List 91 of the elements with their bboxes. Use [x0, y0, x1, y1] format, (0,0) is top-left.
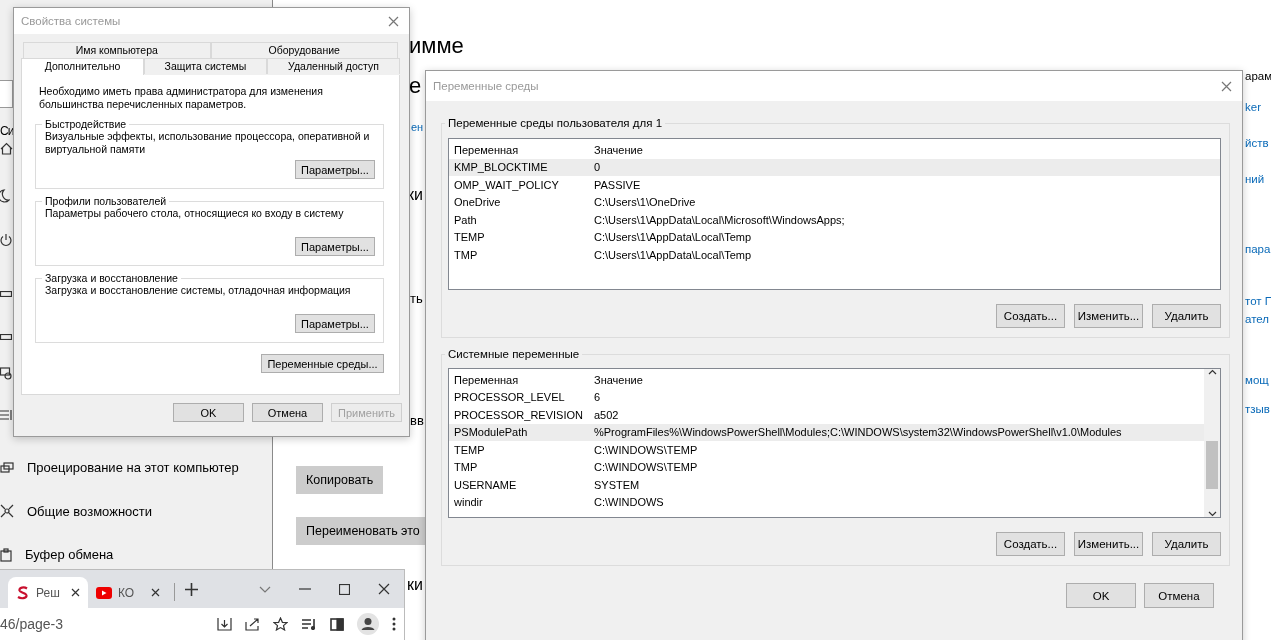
window-title: Переменные среды [433, 80, 539, 92]
list-row[interactable]: KMP_BLOCKTIME 0 [449, 158, 1220, 176]
share-icon[interactable] [245, 617, 260, 631]
list-row[interactable]: TMP C:\WINDOWS\TEMP [449, 458, 1204, 476]
list-row[interactable]: PROCESSOR_LEVEL 6 [449, 388, 1204, 406]
plus-icon[interactable] [185, 583, 198, 596]
group-title: Системные переменные [447, 348, 581, 360]
list-row[interactable]: OMP_WAIT_POLICY PASSIVE [449, 176, 1220, 194]
edit-button[interactable]: Изменить... [1074, 532, 1143, 556]
group-title: Загрузка и восстановление [44, 272, 179, 284]
sidebar-item[interactable]: Буфер обмена [25, 547, 114, 563]
search-field[interactable] [0, 80, 13, 108]
cancel-button[interactable]: Отмена [252, 403, 323, 422]
group-description: Загрузка и восстановление системы, отладочная информация [45, 284, 352, 298]
setting-text: вв [410, 413, 424, 428]
link[interactable]: мощ [1245, 374, 1269, 386]
tab[interactable]: Дополнительно [21, 58, 144, 75]
tab[interactable]: Защита системы [144, 58, 267, 74]
list-row[interactable]: OneDrive C:\Users\1\OneDrive [449, 193, 1220, 211]
link[interactable]: ен [411, 121, 424, 133]
section-heading: е [409, 73, 422, 99]
moon-icon [0, 189, 10, 203]
window-title: Свойства системы [21, 15, 121, 27]
link[interactable]: ker [1245, 101, 1261, 113]
site-logo-icon [16, 585, 30, 600]
delete-button[interactable]: Удалить [1152, 532, 1221, 556]
list-row[interactable]: Path C:\Users\1\AppData\Local\Microsoft\WindowsApps; [449, 211, 1220, 229]
close-icon[interactable] [151, 588, 160, 597]
video-play-icon [96, 586, 112, 599]
new-button[interactable]: Создать... [996, 532, 1065, 556]
environment-variables-button[interactable]: Переменные среды... [261, 354, 384, 373]
section-heading: ки [407, 576, 423, 594]
group-title: Быстродействие [44, 118, 127, 130]
side-panel-icon[interactable] [330, 617, 344, 631]
delete-button[interactable]: Удалить [1152, 304, 1221, 328]
download-icon[interactable] [217, 617, 232, 631]
settings-button[interactable]: Параметры... [295, 237, 375, 256]
list-row[interactable]: TMP C:\Users\1\AppData\Local\Temp [449, 246, 1220, 264]
settings-button[interactable]: Параметры... [295, 160, 375, 179]
close-icon[interactable] [378, 583, 390, 595]
new-button[interactable]: Создать... [996, 304, 1065, 328]
playlist-icon[interactable] [301, 618, 317, 630]
list-row[interactable]: TEMP C:\Users\1\AppData\Local\Temp [449, 228, 1220, 246]
home-icon [0, 142, 13, 155]
column-header[interactable]: Значение [594, 373, 643, 386]
ok-button[interactable]: OK [173, 403, 244, 422]
power-icon [0, 233, 12, 247]
section-heading: имме [409, 33, 464, 59]
scrollbar[interactable] [1204, 369, 1220, 517]
chevron-up-icon[interactable] [1207, 369, 1217, 375]
setting-text: ть [410, 291, 423, 306]
close-icon[interactable] [71, 588, 80, 597]
link[interactable]: ний [1245, 173, 1265, 185]
section-heading: арам [1245, 70, 1271, 82]
column-header[interactable]: Переменная [449, 373, 594, 386]
edit-button[interactable]: Изменить... [1074, 304, 1143, 328]
star-icon[interactable] [273, 617, 288, 631]
list-row[interactable]: PROCESSOR_REVISION a502 [449, 406, 1204, 424]
tab[interactable]: Удаленный доступ [267, 58, 400, 74]
group-title: Профили пользователей [44, 195, 168, 207]
sidebar-item[interactable]: Общие возможности [27, 503, 152, 519]
scrollbar-thumb[interactable] [1206, 441, 1218, 489]
chevron-down-icon[interactable] [1207, 511, 1217, 517]
projector-icon [0, 461, 14, 474]
tab[interactable]: Имя компьютера [23, 42, 211, 58]
list-row[interactable]: USERNAME SYSTEM [449, 476, 1204, 494]
list-row[interactable]: windir C:\WINDOWS [449, 493, 1204, 511]
copy-button[interactable]: Копировать [296, 466, 384, 494]
list-row[interactable]: TEMP C:\WINDOWS\TEMP [449, 441, 1204, 459]
column-header[interactable]: Переменная [449, 143, 594, 156]
column-header[interactable]: Значение [594, 143, 643, 156]
list-row[interactable]: PSModulePath %ProgramFiles%\WindowsPowerShell\Modules;C:\WINDOWS\system32\WindowsPowerShell\v1.0\Modules [449, 423, 1204, 441]
ok-button[interactable]: OK [1066, 583, 1136, 608]
more-options-icon[interactable] [392, 617, 396, 631]
link[interactable]: тзыв [1245, 403, 1270, 415]
notice-text: Необходимо иметь права администратора для изменения большинства перечисленных параметров. [39, 85, 324, 110]
group-title: Переменные среды пользователя для 1 [447, 117, 664, 129]
sidebar-item[interactable]: Проецирование на этот компьютер [27, 460, 239, 476]
group-description: Параметры рабочего стола, относящиеся ко входу в систему [45, 207, 345, 221]
browser-tab[interactable]: Реш [8, 577, 88, 608]
profile-icon[interactable] [357, 613, 379, 635]
link[interactable]: пара [1245, 243, 1271, 255]
browser-tab[interactable]: КО [88, 577, 168, 608]
tab[interactable]: Оборудование [210, 42, 398, 58]
clipboard-icon [0, 547, 12, 562]
settings-button[interactable]: Параметры... [295, 314, 375, 333]
group-description: Визуальные эффекты, использование процессора, оперативной и виртуальной памяти [45, 130, 371, 157]
cancel-button[interactable]: Отмена [1144, 583, 1214, 608]
maximize-icon[interactable] [339, 583, 350, 595]
link[interactable]: ател [1245, 313, 1269, 325]
link[interactable]: йств [1245, 137, 1269, 149]
